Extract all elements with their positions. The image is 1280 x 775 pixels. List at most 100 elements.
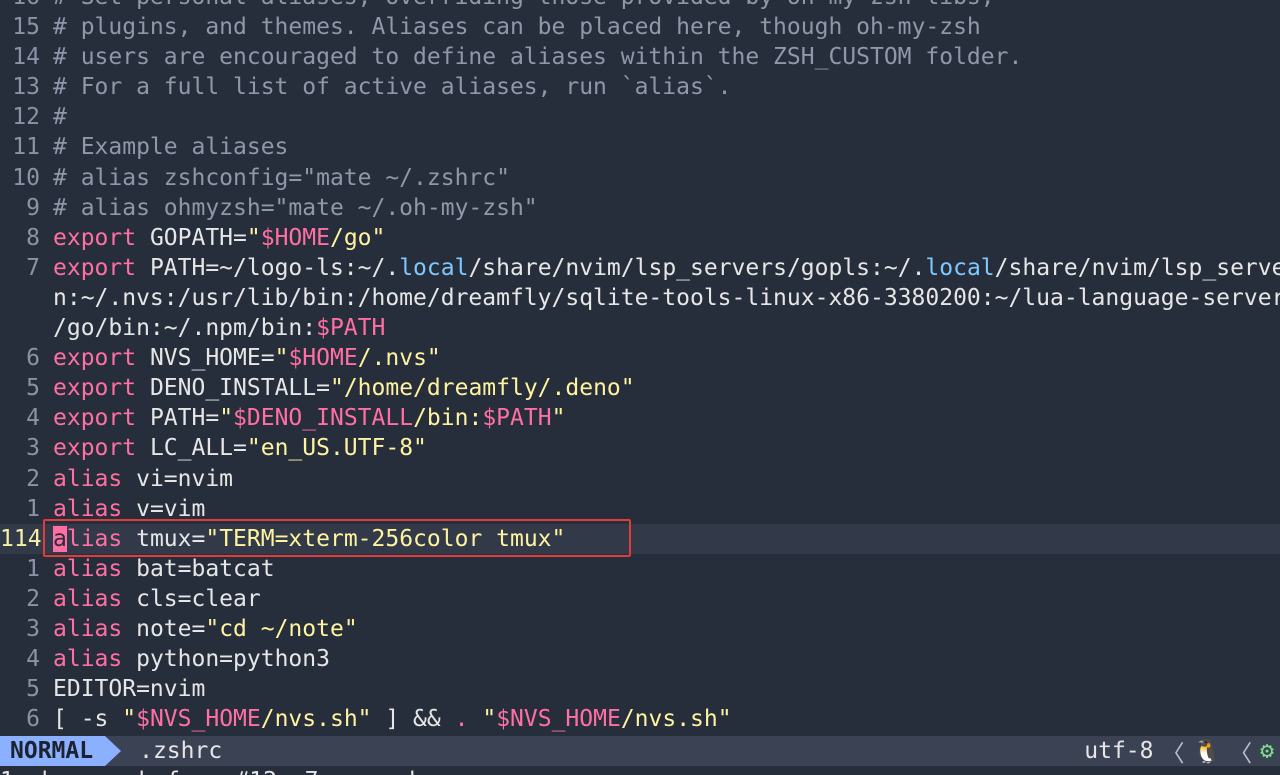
line-text: export PATH=~/logo-ls:~/.local/share/nvi…	[53, 253, 1280, 283]
line-text: alias tmux="TERM=xterm-256color tmux"	[53, 524, 1280, 554]
line-number: 16	[0, 0, 53, 12]
token: tmux=	[122, 525, 206, 552]
line-number: 6	[26, 345, 40, 372]
linux-icon: 🐧	[1192, 738, 1222, 765]
token: $PATH	[316, 315, 386, 342]
token: /bin:	[413, 405, 483, 432]
token: export	[53, 345, 137, 372]
line-number: 1	[26, 555, 40, 582]
line-text: alias vi=nvim	[53, 464, 1280, 494]
token: export	[53, 435, 137, 462]
separator-icon: 〈	[1229, 741, 1253, 767]
code-line[interactable]: 3 export LC_ALL="en_US.UTF-8"	[0, 433, 1280, 463]
line-text: # Set personal aliases, overriding those…	[53, 0, 1280, 12]
line-text: [ -s "$NVS_HOME/nvs.sh" ] && . "$NVS_HOM…	[53, 704, 1280, 734]
code-line[interactable]: 10 # alias zshconfig="mate ~/.zshrc"	[0, 163, 1280, 193]
token: $HOME	[260, 224, 330, 251]
code-line[interactable]: 2 alias cls=clear	[0, 584, 1280, 614]
code-line[interactable]: /go/bin:~/.npm/bin:$PATH	[0, 313, 1280, 343]
line-text: export NVS_HOME="$HOME/.nvs"	[53, 343, 1280, 373]
file-name: .zshrc	[139, 738, 223, 764]
token: local	[399, 254, 469, 281]
token: "en_US.UTF-8"	[246, 435, 427, 462]
token: DENO_INSTALL=	[136, 375, 330, 402]
token: # alias zshconfig="mate ~/.zshrc"	[53, 164, 510, 191]
token: .	[454, 706, 469, 733]
token: /.nvs"	[357, 345, 441, 372]
code-line[interactable]: 2 alias vi=nvim	[0, 464, 1280, 494]
code-line[interactable]: 16# Set personal aliases, overriding tho…	[0, 0, 1280, 12]
current-line[interactable]: 114 alias tmux="TERM=xterm-256color tmux"	[0, 523, 1280, 554]
token: v=vim	[122, 495, 206, 522]
token: # alias ohmyzsh="mate ~/.oh-my-zsh"	[53, 194, 538, 221]
line-text: export DENO_INSTALL="/home/dreamfly/.den…	[53, 373, 1280, 403]
token: # Example aliases	[53, 134, 289, 161]
token: local	[925, 254, 995, 281]
token: #	[53, 104, 67, 131]
text-cursor: a	[53, 525, 67, 552]
token: /share/nvim/lsp_serve	[994, 254, 1280, 281]
token: python=python3	[122, 646, 330, 673]
mode-separator-icon	[105, 736, 122, 766]
token: "TERM=xterm-256color tmux"	[205, 525, 566, 552]
line-number: 9	[26, 194, 40, 221]
line-number: 5	[26, 375, 40, 402]
code-line[interactable]: n:~/.nvs:/usr/lib/bin:/home/dreamfly/sql…	[0, 283, 1280, 313]
line-number: 10	[12, 164, 40, 191]
token: note=	[122, 615, 206, 642]
token: LC_ALL=	[136, 435, 247, 462]
code-line[interactable]: 13 # For a full list of active aliases, r…	[0, 72, 1280, 102]
code-line[interactable]: 14 # users are encouraged to define alias…	[0, 42, 1280, 72]
line-number: 14	[12, 44, 40, 71]
line-text: n:~/.nvs:/usr/lib/bin:/home/dreamfly/sql…	[53, 283, 1280, 313]
code-line[interactable]: 1 alias bat=batcat	[0, 554, 1280, 584]
token: export	[53, 405, 137, 432]
line-number	[0, 283, 53, 313]
code-line[interactable]: 15 # plugins, and themes. Aliases can be …	[0, 12, 1280, 42]
line-number: 7	[26, 254, 40, 281]
code-line[interactable]: 6 [ -s "$NVS_HOME/nvs.sh" ] && . "$NVS_HO…	[0, 704, 1280, 734]
token: n:~/.nvs:/usr/lib/bin:/home/dreamfly/sql…	[53, 284, 1280, 311]
token: # For a full list of active aliases, run…	[53, 74, 732, 101]
token: # Set personal aliases, overriding those…	[53, 0, 995, 10]
token: "	[551, 405, 566, 432]
code-line[interactable]: 5 EDITOR=nvim	[0, 674, 1280, 704]
token: "/home/dreamfly/.deno"	[329, 375, 635, 402]
token: alias	[53, 646, 123, 673]
line-number: 114	[0, 525, 42, 552]
code-line[interactable]: 9 # alias ohmyzsh="mate ~/.oh-my-zsh"	[0, 193, 1280, 223]
line-text: #	[53, 102, 1280, 132]
code-line[interactable]: 5 export DENO_INSTALL="/home/dreamfly/.de…	[0, 373, 1280, 403]
token: cls=clear	[122, 585, 261, 612]
code-line[interactable]: 1 alias v=vim	[0, 494, 1280, 524]
code-line[interactable]: 3 alias note="cd ~/note"	[0, 614, 1280, 644]
token: /nvs.sh"	[260, 706, 372, 733]
command-line[interactable]: 1 change; before #12 7 seconds ago	[0, 766, 1280, 775]
code-line[interactable]: 8 export GOPATH="$HOME/go"	[0, 223, 1280, 253]
token: export	[53, 375, 137, 402]
token: # users are encouraged to define aliases…	[53, 44, 1023, 71]
line-number: 11	[12, 134, 40, 161]
line-text: /go/bin:~/.npm/bin:$PATH	[53, 313, 1280, 343]
token: vi=nvim	[122, 465, 234, 492]
code-line[interactable]: 4 alias python=python3	[0, 644, 1280, 674]
token: /nvs.sh"	[620, 706, 732, 733]
code-line[interactable]: 4 export PATH="$DENO_INSTALL/bin:$PATH"	[0, 403, 1280, 433]
line-text: alias cls=clear	[53, 584, 1280, 614]
line-text: # alias ohmyzsh="mate ~/.oh-my-zsh"	[53, 193, 1280, 223]
code-line[interactable]: 11 # Example aliases	[0, 132, 1280, 162]
token: export	[53, 254, 137, 281]
editor-buffer[interactable]: 16# Set personal aliases, overriding tho…	[0, 0, 1280, 734]
code-line[interactable]: 7 export PATH=~/logo-ls:~/.local/share/nv…	[0, 253, 1280, 283]
line-text: export LC_ALL="en_US.UTF-8"	[53, 433, 1280, 463]
line-number: 13	[12, 74, 40, 101]
line-number: 15	[12, 14, 40, 41]
code-line[interactable]: 6 export NVS_HOME="$HOME/.nvs"	[0, 343, 1280, 373]
token: /go"	[329, 224, 386, 251]
code-line[interactable]: 12 #	[0, 102, 1280, 132]
line-number: 2	[26, 465, 40, 492]
token: "	[274, 345, 289, 372]
line-number: 6	[26, 706, 40, 733]
statusline-right: utf-8 〈 🐧 〈 ⚙	[1084, 734, 1280, 768]
